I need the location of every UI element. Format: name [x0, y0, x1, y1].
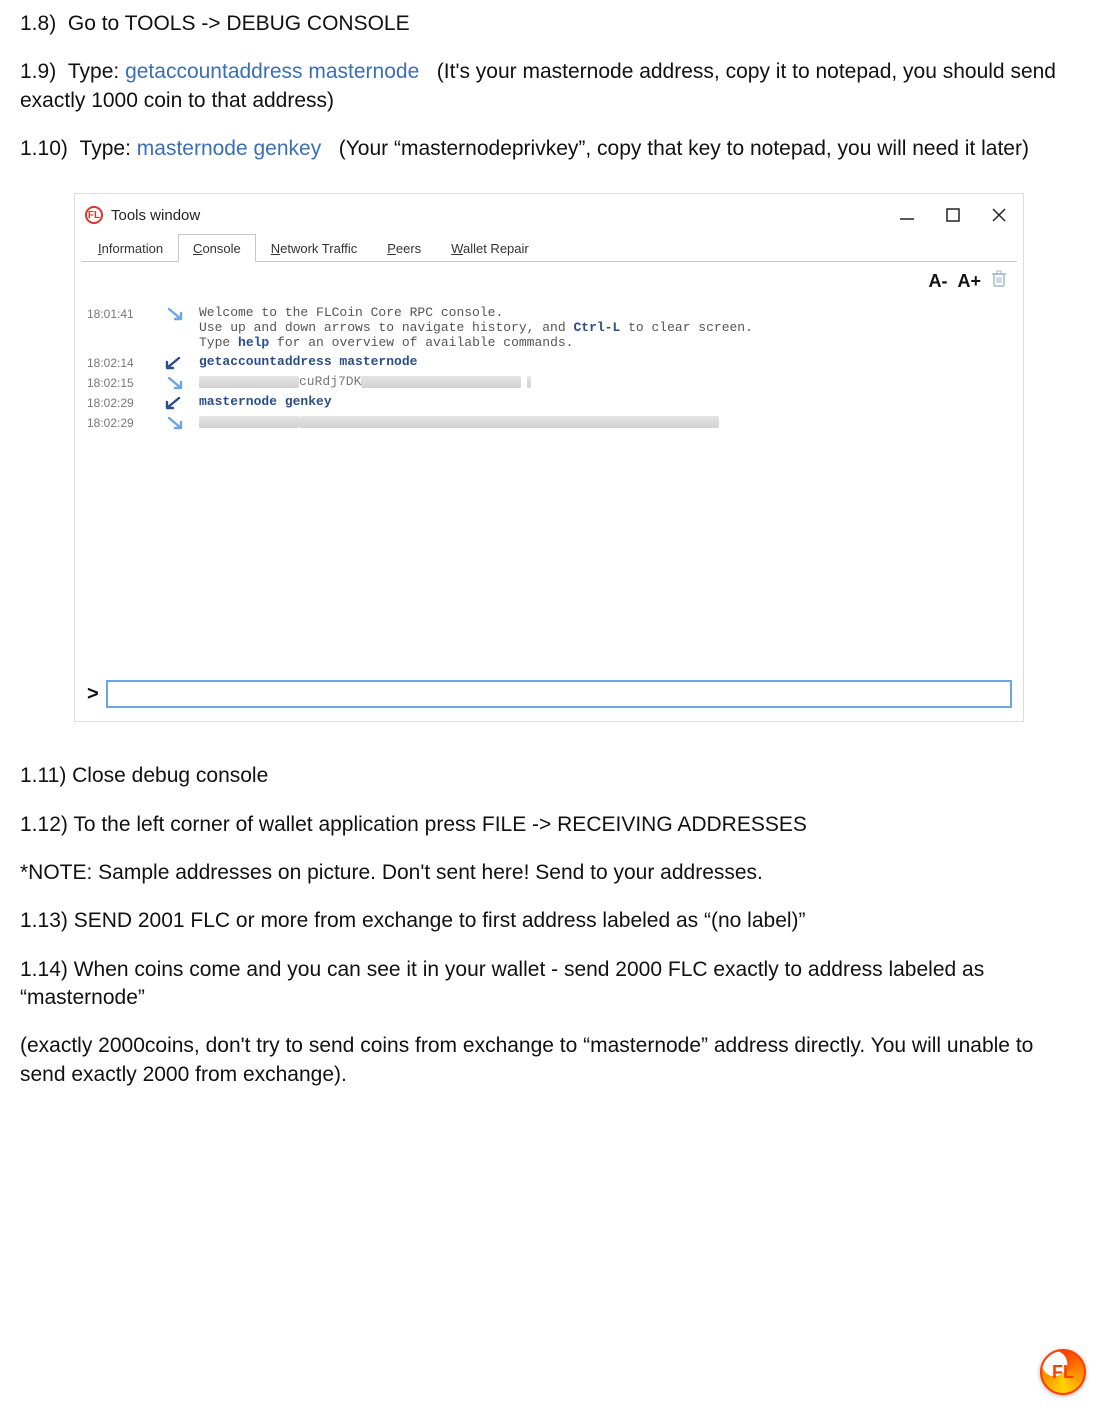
- console-toolbar: A- A+: [81, 262, 1017, 297]
- step-lead: Type:: [68, 60, 119, 83]
- response-arrow-icon: [165, 305, 199, 321]
- close-icon[interactable]: [991, 207, 1007, 223]
- step-command: masternode genkey: [137, 137, 321, 160]
- response-arrow-icon: [165, 414, 199, 430]
- window-title: Tools window: [111, 207, 200, 224]
- tab-information[interactable]: Information: [83, 234, 178, 262]
- log-message: cuRdj7DK: [199, 374, 1011, 389]
- step-1-14: 1.14) When coins come and you can see it…: [20, 956, 1078, 1013]
- step-num: 1.10): [20, 137, 68, 160]
- minimize-icon[interactable]: [899, 207, 915, 223]
- step-num: 1.8): [20, 12, 56, 35]
- log-message: Welcome to the FLCoin Core RPC console. …: [199, 305, 1011, 350]
- console-log-row: 18:02:29 masternode genkey: [85, 392, 1013, 412]
- console-log-row: 18:01:41 Welcome to the FLCoin Core RPC c…: [85, 303, 1013, 352]
- step-1-11: 1.11) Close debug console: [20, 762, 1078, 790]
- tab-row: Information Console Network Traffic Peer…: [81, 234, 1017, 262]
- font-increase-button[interactable]: A+: [957, 271, 981, 292]
- console-log-row: 18:02:14 getaccountaddress masternode: [85, 352, 1013, 372]
- console-prompt-icon: >: [87, 683, 99, 706]
- console-log-row: 18:02:15 cuRdj7DK: [85, 372, 1013, 392]
- step-1-13: 1.13) SEND 2001 FLC or more from exchang…: [20, 907, 1078, 935]
- log-timestamp: 18:02:29: [87, 414, 165, 430]
- step-1-8: 1.8) Go to TOOLS -> DEBUG CONSOLE: [20, 10, 1078, 38]
- command-arrow-icon: [165, 394, 199, 410]
- response-arrow-icon: [165, 374, 199, 390]
- clear-console-icon[interactable]: [991, 270, 1007, 293]
- step-1-12: 1.12) To the left corner of wallet appli…: [20, 811, 1078, 839]
- log-message: [199, 414, 1011, 429]
- step-1-14b: (exactly 2000coins, don't try to send co…: [20, 1032, 1078, 1089]
- window-titlebar: FL Tools window: [81, 200, 1017, 234]
- step-tail: (Your “masternodeprivkey”, copy that key…: [339, 137, 1029, 160]
- tools-window: FL Tools window Information Console Netw…: [74, 193, 1024, 722]
- app-logo-icon: FL: [85, 206, 103, 224]
- tab-network-traffic[interactable]: Network Traffic: [256, 234, 372, 262]
- tab-peers[interactable]: Peers: [372, 234, 436, 262]
- console-output: 18:01:41 Welcome to the FLCoin Core RPC c…: [81, 297, 1017, 677]
- log-timestamp: 18:02:15: [87, 374, 165, 390]
- tab-wallet-repair[interactable]: Wallet Repair: [436, 234, 544, 262]
- step-1-9: 1.9) Type: getaccountaddress masternode …: [20, 58, 1078, 115]
- step-text: Go to TOOLS -> DEBUG CONSOLE: [68, 12, 410, 35]
- command-arrow-icon: [165, 354, 199, 370]
- console-input[interactable]: [107, 681, 1011, 707]
- step-1-10: 1.10) Type: masternode genkey (Your “mas…: [20, 135, 1078, 163]
- log-message: getaccountaddress masternode: [199, 354, 1011, 369]
- note: *NOTE: Sample addresses on picture. Don'…: [20, 859, 1078, 887]
- tab-console[interactable]: Console: [178, 234, 256, 262]
- log-timestamp: 18:02:29: [87, 394, 165, 410]
- log-message: masternode genkey: [199, 394, 1011, 409]
- step-num: 1.9): [20, 60, 56, 83]
- log-timestamp: 18:02:14: [87, 354, 165, 370]
- step-lead: Type:: [80, 137, 131, 160]
- console-log-row: 18:02:29: [85, 412, 1013, 432]
- font-decrease-button[interactable]: A-: [928, 271, 947, 292]
- brand-badge-icon: FL: [1040, 1349, 1086, 1395]
- maximize-icon[interactable]: [945, 207, 961, 223]
- log-timestamp: 18:01:41: [87, 305, 165, 321]
- console-input-row: >: [81, 677, 1017, 715]
- step-command: getaccountaddress masternode: [125, 60, 419, 83]
